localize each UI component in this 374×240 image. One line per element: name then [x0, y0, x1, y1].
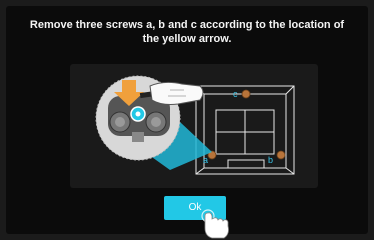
screw-b-marker — [276, 150, 286, 160]
tap-hand-icon — [201, 209, 229, 239]
screw-c-marker — [241, 89, 251, 99]
screw-label-a: a — [203, 155, 208, 165]
printer-frame — [195, 85, 295, 175]
screw-label-c: c — [233, 89, 238, 99]
frame-screws — [207, 89, 286, 160]
screw-label-b: b — [268, 155, 273, 165]
